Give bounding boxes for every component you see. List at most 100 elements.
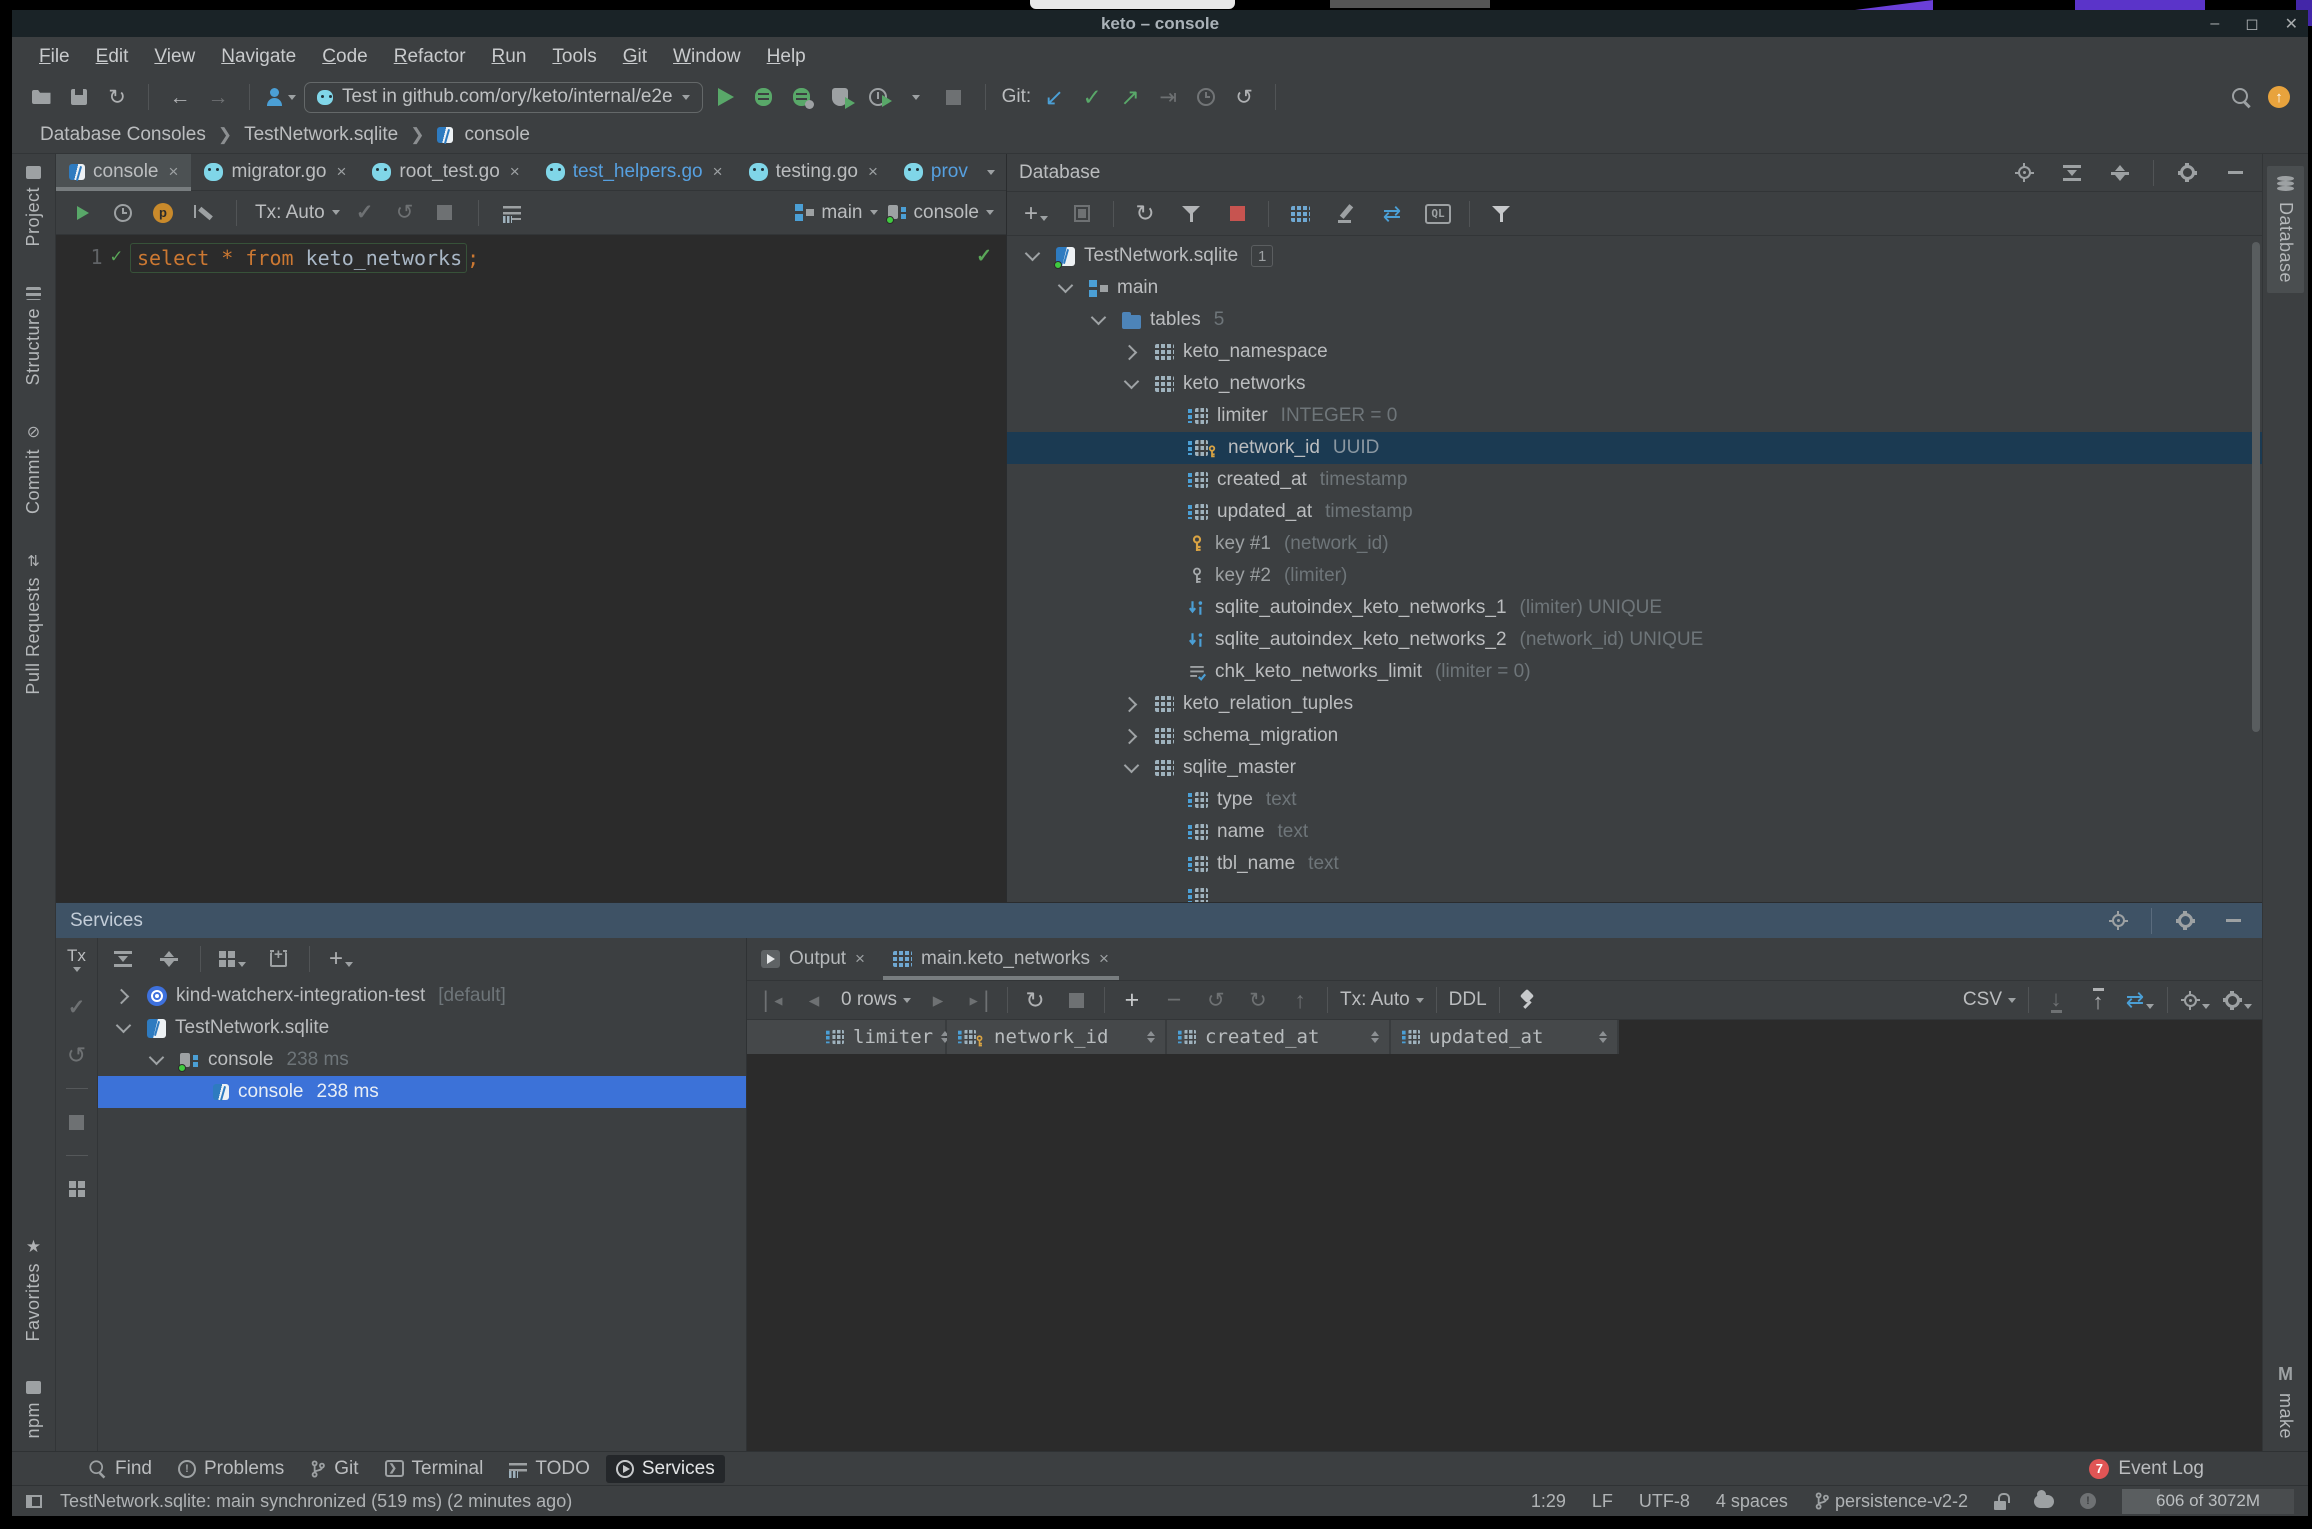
schema-select[interactable]: main (795, 198, 878, 228)
refresh-button[interactable]: ↻ (1130, 199, 1160, 229)
menu-help[interactable]: Help (754, 42, 819, 72)
tree-item-keto-networks[interactable]: keto_networks (1007, 368, 2262, 400)
submit-button[interactable]: ↑ (1285, 985, 1315, 1015)
plan-button[interactable]: p (148, 198, 178, 228)
search-everywhere-button[interactable] (2226, 82, 2256, 112)
expand-all-button[interactable] (108, 944, 138, 974)
sort-icon[interactable] (1599, 1031, 1607, 1043)
line-ending[interactable]: LF (1592, 1491, 1613, 1512)
toolwindow-structure[interactable]: Structure (23, 286, 44, 385)
tree-item-tables[interactable]: tables 5 (1007, 304, 2262, 336)
hide-panel-button[interactable] (2218, 906, 2248, 936)
close-icon[interactable]: × (713, 162, 723, 182)
close-icon[interactable]: × (1099, 949, 1109, 969)
rollback-button[interactable]: ↺ (390, 198, 420, 228)
locate-button[interactable] (2103, 906, 2133, 936)
menu-code[interactable]: Code (309, 42, 380, 72)
chevron-right-icon[interactable] (113, 988, 130, 1004)
chevron-right-icon[interactable] (1121, 728, 1138, 744)
next-page-button[interactable]: ▸ (923, 985, 953, 1015)
open-button[interactable] (26, 82, 56, 112)
menu-edit[interactable]: Edit (83, 42, 142, 72)
prev-page-button[interactable]: ◂ (799, 985, 829, 1015)
stop-button[interactable] (62, 1107, 92, 1137)
hidden-tabs-button[interactable] (981, 154, 1001, 190)
tx-mode-select[interactable]: Tx: Auto (255, 198, 340, 228)
history-button[interactable] (108, 198, 138, 228)
filter-button[interactable] (1486, 199, 1516, 229)
locate-object-button[interactable] (2009, 158, 2039, 188)
grid-settings-button[interactable] (2222, 985, 2252, 1015)
service-console-run[interactable]: console 238 ms (98, 1076, 746, 1108)
toolwindow-todo[interactable]: TODO (499, 1455, 600, 1483)
toolwindow-make[interactable]: Mmake (2275, 1364, 2296, 1439)
tree-item-name[interactable]: name text (1007, 816, 2262, 848)
row-count-dropdown[interactable]: 0 rows (841, 985, 911, 1015)
menu-window[interactable]: Window (660, 42, 754, 72)
lock-icon[interactable] (1994, 1492, 2010, 1510)
code-with-me-button[interactable] (266, 82, 296, 112)
tree-item-updated-at[interactable]: updated_at timestamp (1007, 496, 2262, 528)
sync-button[interactable]: ⇄ (2125, 985, 2155, 1015)
commit-button[interactable]: ✓ (350, 198, 380, 228)
reload-button[interactable]: ↻ (1020, 985, 1050, 1015)
event-log-button[interactable]: 7 Event Log (2079, 1455, 2214, 1483)
column-header-limiter[interactable]: limiter (747, 1020, 947, 1054)
chevron-down-icon[interactable] (1123, 373, 1139, 390)
back-button[interactable]: ← (165, 82, 195, 112)
layout-button[interactable] (62, 1174, 92, 1204)
first-page-button[interactable]: |◂ (757, 985, 787, 1015)
settings-wrench-button[interactable] (188, 198, 218, 228)
tree-item-schema-migration[interactable]: schema_migration (1007, 720, 2262, 752)
modify-button[interactable] (1331, 199, 1361, 229)
chevron-down-icon[interactable] (1123, 757, 1139, 774)
toolwindow-problems[interactable]: ! Problems (168, 1455, 294, 1483)
caret-position[interactable]: 1:29 (1531, 1491, 1566, 1512)
menu-navigate[interactable]: Navigate (208, 42, 309, 72)
toolwindow-favorites[interactable]: ★ Favorites (23, 1238, 44, 1342)
git-history-button[interactable] (1191, 82, 1221, 112)
toolwindow-find[interactable]: Find (78, 1455, 162, 1483)
git-rollback-button[interactable]: ↺ (1229, 82, 1259, 112)
sort-icon[interactable] (1371, 1031, 1379, 1043)
tab-testing-go[interactable]: testing.go × (736, 154, 891, 190)
rollback-button[interactable]: ↺ (62, 1040, 92, 1070)
chevron-down-icon[interactable] (1090, 309, 1106, 326)
redo-button[interactable]: ↻ (1243, 985, 1273, 1015)
run-button[interactable] (711, 82, 741, 112)
tree-item-limiter[interactable]: limiter INTEGER = 0 (1007, 400, 2262, 432)
tree-item-keto-relation-tuples[interactable]: keto_relation_tuples (1007, 688, 2262, 720)
code-pane[interactable]: select * from keto_networks; (130, 235, 1006, 902)
toolwindow-toggle-icon[interactable] (26, 1494, 42, 1508)
pin-button[interactable] (1512, 985, 1542, 1015)
save-button[interactable] (64, 82, 94, 112)
toolwindow-services[interactable]: Services (605, 1454, 725, 1483)
tree-item-type[interactable]: type text (1007, 784, 2262, 816)
menu-refactor[interactable]: Refactor (381, 42, 479, 72)
sort-icon[interactable] (1147, 1031, 1155, 1043)
import-button[interactable]: ↓ (2041, 985, 2071, 1015)
revert-button[interactable]: ↺ (1201, 985, 1231, 1015)
last-page-button[interactable]: ▸| (965, 985, 995, 1015)
profiler-button[interactable] (863, 82, 893, 112)
collapse-all-button[interactable] (2105, 158, 2135, 188)
debug-button[interactable] (749, 82, 779, 112)
toolwindow-project[interactable]: Project (23, 166, 44, 247)
duplicate-button[interactable] (1067, 199, 1097, 229)
export-button[interactable]: ↑ (2083, 985, 2113, 1015)
service-testnetwork-sqlite[interactable]: TestNetwork.sqlite (98, 1012, 746, 1044)
toolwindow-pull-requests[interactable]: ⇅ Pull Requests (23, 554, 44, 695)
sql-editor[interactable]: 1 ✓ select * from keto_networks; ✓ (56, 235, 1006, 902)
close-icon[interactable]: × (510, 162, 520, 182)
tab-console[interactable]: console × (56, 154, 192, 191)
group-by-button[interactable] (217, 944, 247, 974)
breadcrumb-database-consoles[interactable]: Database Consoles (40, 124, 206, 146)
forward-button[interactable]: → (203, 82, 233, 112)
tree-item-network-id[interactable]: network_id UUID (1007, 432, 2262, 464)
ddl-button[interactable]: DDL (1449, 985, 1487, 1015)
menu-view[interactable]: View (141, 42, 208, 72)
maximize-button[interactable]: ◻ (2245, 14, 2258, 34)
expand-all-button[interactable] (2057, 158, 2087, 188)
tree-item-autoindex-2[interactable]: sqlite_autoindex_keto_networks_2 (networ… (1007, 624, 2262, 656)
indent-setting[interactable]: 4 spaces (1716, 1491, 1788, 1512)
